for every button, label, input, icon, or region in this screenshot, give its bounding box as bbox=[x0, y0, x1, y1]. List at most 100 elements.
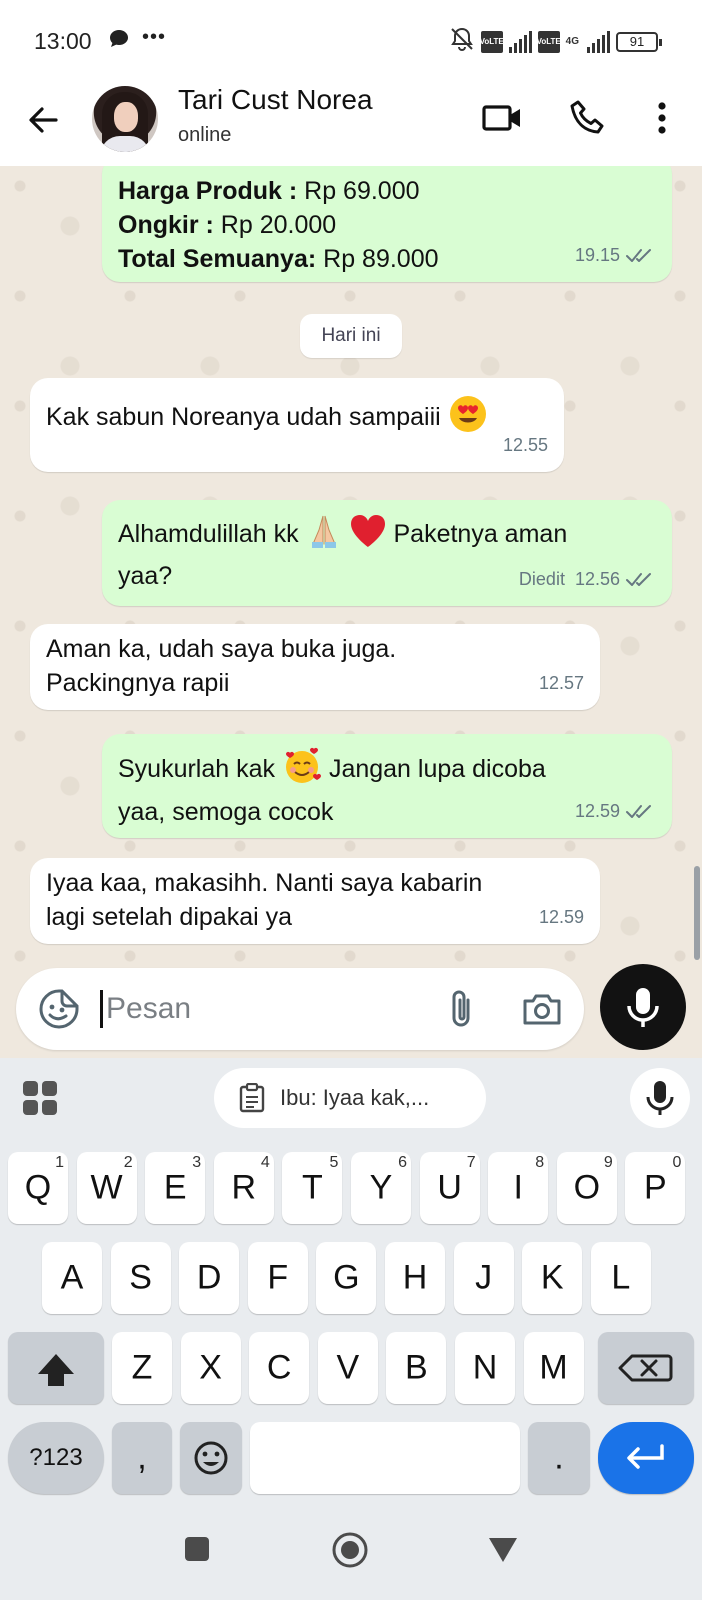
key-j[interactable]: J bbox=[453, 1242, 514, 1314]
voice-call-button[interactable] bbox=[566, 96, 610, 140]
key-e[interactable]: E3 bbox=[145, 1152, 206, 1224]
key-label: M bbox=[539, 1348, 568, 1387]
message-time: 12.59 bbox=[574, 801, 620, 821]
signal-icon-2 bbox=[587, 30, 610, 53]
key-label: Z bbox=[131, 1348, 153, 1387]
emoji-key[interactable] bbox=[180, 1422, 242, 1494]
key-i[interactable]: I8 bbox=[488, 1152, 549, 1224]
key-label: N bbox=[472, 1348, 498, 1387]
key-label: V bbox=[336, 1348, 360, 1387]
message-bubble-outgoing[interactable]: Alhamdulillah kk Paketnya aman yaa? Died… bbox=[102, 500, 672, 606]
clipboard-icon bbox=[239, 1083, 265, 1113]
contact-name[interactable]: Tari Cust Norea bbox=[178, 84, 373, 116]
avatar[interactable] bbox=[92, 86, 158, 152]
home-button[interactable] bbox=[330, 1530, 370, 1570]
backspace-key[interactable] bbox=[598, 1332, 694, 1404]
message-meta: 19.15 bbox=[575, 238, 656, 272]
key-label: L bbox=[611, 1258, 631, 1297]
mute-icon bbox=[449, 26, 475, 57]
message-bubble-incoming[interactable]: Kak sabun Noreanya udah sampaiii 12.55 bbox=[30, 378, 564, 472]
key-q[interactable]: Q1 bbox=[8, 1152, 68, 1224]
key-r[interactable]: R4 bbox=[213, 1152, 274, 1224]
text-cursor bbox=[100, 990, 103, 1028]
message-meta: 12.57 bbox=[539, 666, 584, 700]
space-key[interactable] bbox=[250, 1422, 520, 1494]
message-bubble-incoming[interactable]: Iyaa kaa, makasihh. Nanti saya kabarin l… bbox=[30, 858, 600, 944]
message-line: Iyaa kaa, makasihh. Nanti saya kabarin bbox=[46, 869, 483, 897]
message-line: lagi setelah dipakai ya bbox=[46, 903, 292, 931]
comma-key[interactable]: , bbox=[112, 1422, 172, 1494]
key-u[interactable]: U7 bbox=[419, 1152, 480, 1224]
key-c[interactable]: C bbox=[249, 1332, 310, 1404]
key-v[interactable]: V bbox=[317, 1332, 378, 1404]
read-ticks-icon bbox=[626, 805, 651, 818]
system-icons: VoLTE VoLTE 4G 91 bbox=[449, 26, 662, 57]
message-bubble-incoming[interactable]: Aman ka, udah saya buka juga. Packingnya… bbox=[30, 624, 600, 710]
key-b[interactable]: B bbox=[386, 1332, 447, 1404]
key-label: Q bbox=[24, 1168, 52, 1207]
key-label: U bbox=[437, 1168, 462, 1207]
key-w[interactable]: W2 bbox=[76, 1152, 137, 1224]
key-hint: 8 bbox=[535, 1154, 545, 1171]
recents-button[interactable] bbox=[182, 1534, 212, 1564]
key-label: G bbox=[333, 1258, 360, 1297]
message-time: 12.57 bbox=[538, 673, 584, 693]
more-options-button[interactable] bbox=[646, 96, 678, 140]
key-hint: 3 bbox=[192, 1154, 202, 1171]
clipboard-suggestion[interactable]: Ibu: Iyaa kak,... bbox=[214, 1068, 486, 1128]
back-nav-button[interactable] bbox=[486, 1534, 520, 1564]
keyboard-voice-button[interactable] bbox=[630, 1068, 690, 1128]
key-d[interactable]: D bbox=[179, 1242, 240, 1314]
message-meta: 12.55 bbox=[503, 428, 548, 462]
camera-button[interactable] bbox=[520, 988, 564, 1030]
message-line: Syukurlah kak Jangan lupa dicoba bbox=[118, 746, 656, 795]
period-key[interactable]: . bbox=[528, 1422, 590, 1494]
order-line: Harga Produk : Rp 69.000 bbox=[118, 177, 420, 205]
key-n[interactable]: N bbox=[455, 1332, 515, 1404]
key-l[interactable]: L bbox=[590, 1242, 651, 1314]
key-hint: 4 bbox=[260, 1154, 270, 1171]
key-label: W bbox=[90, 1168, 123, 1207]
contact-status: online bbox=[178, 124, 232, 146]
key-h[interactable]: H bbox=[385, 1242, 445, 1314]
backspace-icon bbox=[618, 1354, 673, 1382]
key-label: A bbox=[60, 1258, 84, 1297]
key-m[interactable]: M bbox=[523, 1332, 584, 1404]
key-y[interactable]: Y6 bbox=[351, 1152, 411, 1224]
message-time: 12.59 bbox=[538, 907, 584, 927]
key-p[interactable]: P0 bbox=[625, 1152, 686, 1224]
key-label: O bbox=[573, 1168, 601, 1207]
key-t[interactable]: T5 bbox=[282, 1152, 343, 1224]
grid-icon bbox=[23, 1081, 57, 1115]
signal-icon bbox=[508, 30, 532, 53]
video-call-button[interactable] bbox=[480, 96, 524, 140]
enter-key[interactable] bbox=[598, 1422, 694, 1494]
key-z[interactable]: Z bbox=[112, 1332, 172, 1404]
sticker-button[interactable] bbox=[38, 988, 80, 1030]
message-bubble-outgoing[interactable]: Syukurlah kak Jangan lupa dicoba yaa, se… bbox=[102, 734, 672, 838]
key-o[interactable]: O9 bbox=[556, 1152, 617, 1224]
microphone-icon bbox=[646, 1081, 674, 1115]
attach-button[interactable] bbox=[442, 988, 482, 1030]
key-a[interactable]: A bbox=[42, 1242, 102, 1314]
status-bar: 13:00 ••• VoLTE VoLTE 4G 91 bbox=[0, 0, 702, 78]
key-hint: 5 bbox=[329, 1154, 339, 1171]
message-input[interactable] bbox=[106, 986, 436, 1032]
key-f[interactable]: F bbox=[247, 1242, 308, 1314]
status-time: 13:00 bbox=[34, 28, 92, 54]
key-x[interactable]: X bbox=[180, 1332, 241, 1404]
message-meta: Diedit 12.56 bbox=[519, 562, 656, 596]
message-bubble-outgoing[interactable]: Harga Produk : Rp 69.000 Ongkir : Rp 20.… bbox=[102, 166, 672, 282]
shift-key[interactable] bbox=[8, 1332, 104, 1404]
chat-area[interactable]: Harga Produk : Rp 69.000 Ongkir : Rp 20.… bbox=[0, 166, 702, 1056]
voice-message-button[interactable] bbox=[600, 964, 686, 1050]
key-s[interactable]: S bbox=[110, 1242, 171, 1314]
symbols-key[interactable]: ?123 bbox=[8, 1422, 104, 1494]
keyboard-toolbar: Ibu: Iyaa kak,... bbox=[0, 1058, 702, 1134]
chat-scrollbar[interactable] bbox=[694, 866, 700, 960]
keyboard-apps-button[interactable] bbox=[22, 1080, 58, 1116]
key-k[interactable]: K bbox=[522, 1242, 583, 1314]
arrow-left-icon bbox=[29, 107, 58, 133]
key-g[interactable]: G bbox=[316, 1242, 377, 1314]
back-button[interactable] bbox=[22, 98, 66, 142]
